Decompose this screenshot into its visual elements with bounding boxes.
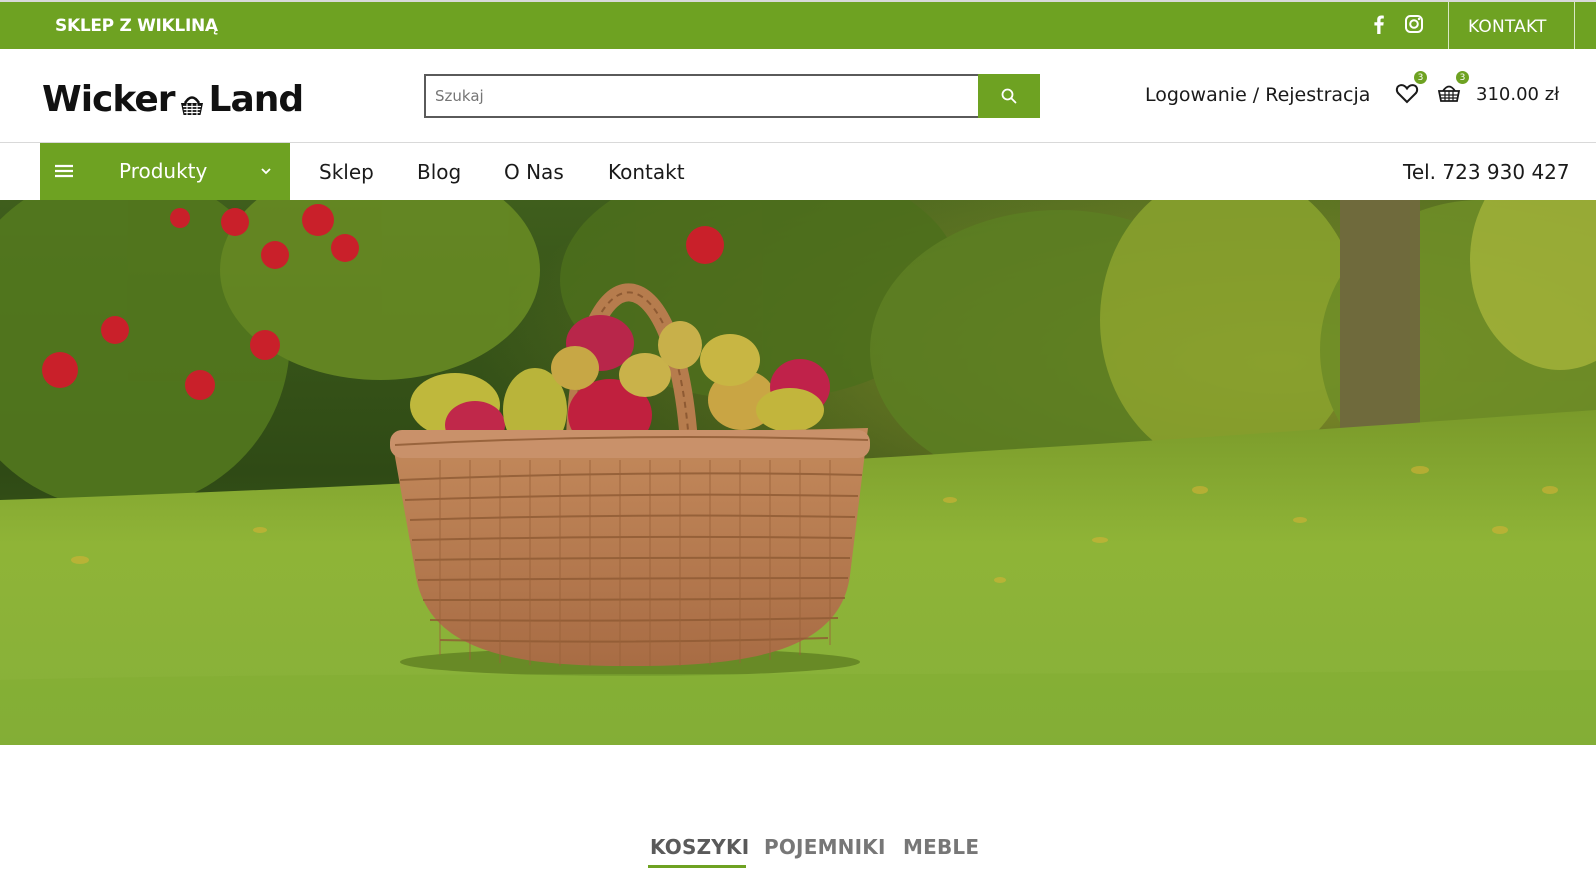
phone-number: Tel. 723 930 427	[1403, 160, 1570, 184]
logo-text-right: Land	[208, 79, 305, 120]
search-button[interactable]	[978, 74, 1040, 118]
search-icon	[1001, 88, 1017, 104]
nav-link-blog[interactable]: Blog	[417, 160, 461, 184]
products-menu-button[interactable]: Produkty	[40, 143, 290, 200]
search-input[interactable]	[426, 76, 1040, 116]
search-box	[424, 74, 1040, 118]
instagram-icon[interactable]	[1403, 13, 1425, 35]
hero-banner-image	[0, 200, 1596, 745]
active-tab-indicator	[648, 865, 746, 868]
nav-link-o-nas[interactable]: O Nas	[504, 160, 564, 184]
main-navigation: Produkty Sklep Blog O Nas Kontakt Tel. 7…	[0, 143, 1596, 200]
basket-logo-icon	[177, 88, 207, 118]
divider	[1448, 2, 1449, 49]
divider	[1574, 2, 1575, 49]
tab-meble[interactable]: MEBLE	[903, 835, 979, 859]
shop-tagline: SKLEP Z WIKLINĄ	[55, 16, 218, 36]
category-tabs: KOSZYKI POJEMNIKI MEBLE	[0, 835, 1596, 875]
facebook-icon[interactable]	[1368, 13, 1390, 35]
nav-link-sklep[interactable]: Sklep	[319, 160, 374, 184]
cart-count-badge: 3	[1455, 70, 1470, 85]
login-register-link[interactable]: Logowanie / Rejestracja	[1145, 84, 1370, 106]
site-header: Wicker Land Logowanie / Rejestracja 3 3 …	[0, 49, 1596, 143]
nav-link-kontakt[interactable]: Kontakt	[608, 160, 685, 184]
products-menu-label: Produkty	[119, 159, 208, 183]
tab-pojemniki[interactable]: POJEMNIKI	[764, 835, 886, 859]
top-contact-link[interactable]: KONTAKT	[1468, 17, 1547, 37]
hamburger-menu-icon	[55, 164, 73, 178]
logo-text-left: Wicker	[42, 79, 176, 120]
chevron-down-icon	[261, 168, 271, 175]
site-logo[interactable]: Wicker Land	[42, 79, 305, 120]
tab-koszyki[interactable]: KOSZYKI	[650, 835, 749, 859]
cart-total[interactable]: 310.00 zł	[1476, 84, 1559, 105]
top-bar: SKLEP Z WIKLINĄ KONTAKT	[0, 0, 1596, 49]
wishlist-count-badge: 3	[1413, 70, 1428, 85]
